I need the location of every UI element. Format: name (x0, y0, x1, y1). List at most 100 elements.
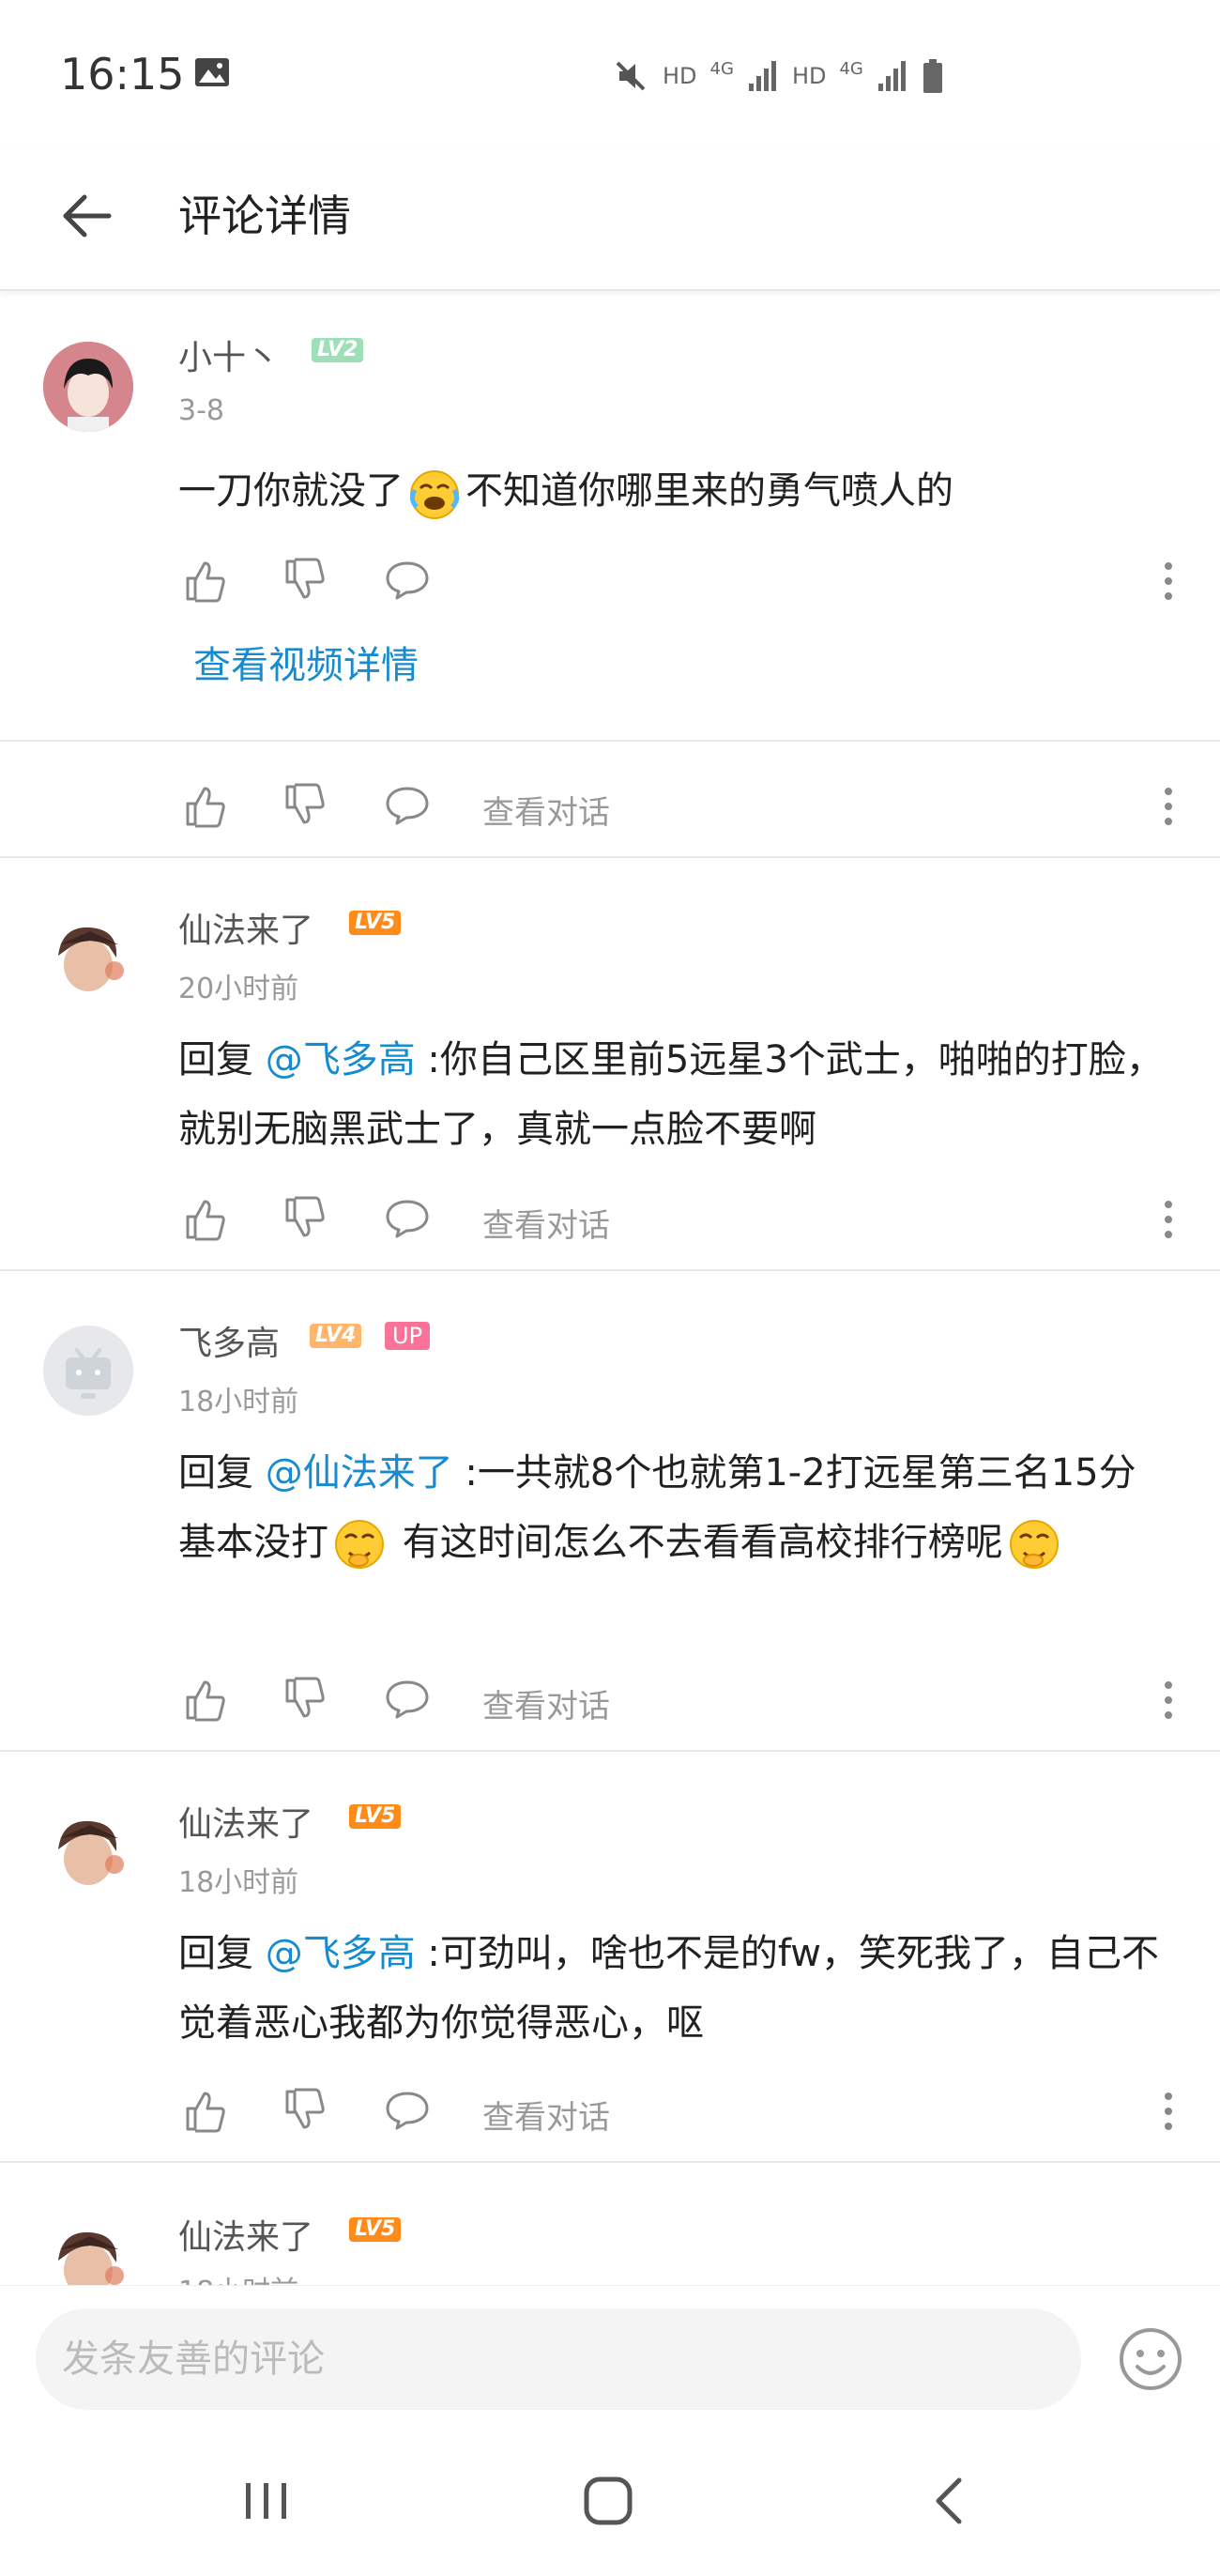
comment-text[interactable]: 一刀你就没了 不知道你哪里来的勇气喷人的 (178, 456, 1173, 526)
dislike-button[interactable] (278, 554, 330, 606)
comment-input[interactable] (36, 2308, 1081, 2410)
home-icon (584, 2476, 633, 2525)
network-4g-2: 4G (839, 58, 863, 79)
comment-text[interactable]: 回复 @仙法来了 :一共就8个也就第1-2打远星第三名15分基本没打 有这时间怎… (178, 1438, 1173, 1577)
speech-bubble-icon (386, 787, 429, 825)
view-dialog-link[interactable]: 查看对话 (482, 1200, 610, 1246)
avatar[interactable] (43, 1326, 133, 1416)
signal-icon (748, 61, 776, 91)
status-bar: 16:15 HD 4G HD 4G (0, 0, 1220, 150)
smiley-icon[interactable] (1117, 2325, 1184, 2393)
up-badge: UP (385, 1322, 431, 1350)
username[interactable]: 仙法来了 (178, 2210, 313, 2259)
network-4g-1: 4G (709, 58, 734, 79)
reply-button[interactable] (381, 2084, 434, 2137)
comment-body-2: 有这时间怎么不去看看高校排行榜呢 (390, 1521, 1003, 1564)
thumbs-up-icon (186, 2092, 225, 2133)
avatar[interactable] (43, 1806, 133, 1896)
root-actions-bar: 查看对话 (178, 779, 1192, 836)
dislike-button[interactable] (278, 1192, 330, 1245)
comment-time: 18小时前 (178, 1386, 299, 1418)
avatar[interactable] (43, 342, 133, 432)
comment-text[interactable]: 回复 @飞多高 :可劲叫，啥也不是的fw，笑死我了，自己不觉着恶心我都为你觉得恶… (178, 1919, 1173, 2058)
more-options-button[interactable] (1145, 783, 1192, 830)
mention-link[interactable]: @飞多高 (266, 1038, 416, 1081)
comment-time: 3-8 (178, 394, 224, 427)
back-nav-button[interactable] (901, 2463, 995, 2538)
more-vertical-icon (1165, 788, 1172, 825)
comment-text-part1: 一刀你就没了 (178, 469, 404, 513)
home-button[interactable] (561, 2463, 655, 2538)
reply-prefix: 回复 (178, 1932, 266, 1975)
speech-bubble-icon (386, 2092, 429, 2130)
reply-prefix: 回复 (178, 1038, 266, 1081)
divider (0, 1750, 1220, 1752)
like-button[interactable] (178, 554, 231, 606)
thumbs-up-icon (186, 787, 225, 828)
more-options-button[interactable] (1145, 2088, 1192, 2135)
reply-button[interactable] (381, 1192, 434, 1245)
arrow-left-icon (63, 194, 112, 238)
back-icon (936, 2477, 962, 2524)
comment-text[interactable]: 回复 @飞多高 :你自己区里前5远星3个武士，啪啪的打脸，就别无脑黑武士了，真就… (178, 1025, 1173, 1164)
comment-actions: 查看对话 (178, 1673, 1192, 1729)
level-badge: LV5 (349, 1804, 402, 1829)
speech-bubble-icon (386, 1200, 429, 1238)
thumbs-down-icon (285, 558, 325, 599)
more-options-button[interactable] (1145, 558, 1192, 605)
comment-feed[interactable]: 小十丶 LV2 3-8 一刀你就没了 不知道你哪里来的勇气喷人的 查看视频详情 … (0, 291, 1220, 2285)
more-vertical-icon (1165, 2093, 1172, 2130)
view-video-detail-link[interactable]: 查看视频详情 (193, 635, 419, 689)
like-button[interactable] (178, 2084, 231, 2137)
default-avatar-icon (43, 1326, 133, 1416)
back-button[interactable] (49, 178, 124, 253)
status-time: 16:15 (60, 49, 185, 100)
comment-input-bar (0, 2285, 1220, 2427)
comment-time: 20小时前 (178, 973, 299, 1005)
thumbs-down-icon (285, 1677, 325, 1718)
recent-apps-button[interactable] (220, 2463, 313, 2538)
username[interactable]: 飞多高 (178, 1316, 280, 1365)
username[interactable]: 小十丶 (178, 330, 280, 379)
reply-button[interactable] (381, 779, 434, 832)
view-dialog-link[interactable]: 查看对话 (482, 1680, 610, 1726)
like-button[interactable] (178, 1192, 231, 1245)
giggle-emoji (335, 1520, 384, 1569)
speech-bubble-icon (386, 1680, 429, 1719)
more-options-button[interactable] (1145, 1196, 1192, 1243)
comment-time: 18小时前 (178, 1866, 299, 1899)
signal-icon (877, 61, 906, 91)
view-dialog-link[interactable]: 查看对话 (482, 787, 610, 833)
mention-link[interactable]: @仙法来了 (266, 1451, 453, 1495)
dislike-button[interactable] (278, 1673, 330, 1725)
dislike-button[interactable] (278, 779, 330, 832)
avatar-image (43, 342, 133, 432)
divider (0, 1269, 1220, 1271)
gallery-icon (195, 58, 229, 86)
more-vertical-icon (1165, 562, 1172, 600)
like-button[interactable] (178, 1673, 231, 1725)
username[interactable]: 仙法来了 (178, 1797, 313, 1846)
more-vertical-icon (1165, 1681, 1172, 1719)
dislike-button[interactable] (278, 2084, 330, 2137)
battery-icon (923, 59, 942, 93)
avatar[interactable] (43, 912, 133, 1003)
level-badge: LV2 (312, 338, 364, 362)
mention-link[interactable]: @飞多高 (266, 1932, 416, 1975)
page-title: 评论详情 (178, 191, 351, 241)
reply-button[interactable] (381, 554, 434, 606)
divider (0, 740, 1220, 742)
reply-prefix: 回复 (178, 1451, 266, 1495)
system-nav-bar (0, 2426, 1220, 2576)
reply-button[interactable] (381, 1673, 434, 1725)
divider (0, 2161, 1220, 2163)
avatar[interactable] (43, 2217, 133, 2285)
comment-text-part2: 不知道你哪里来的勇气喷人的 (465, 469, 953, 513)
view-dialog-link[interactable]: 查看对话 (482, 2092, 610, 2138)
more-options-button[interactable] (1145, 1677, 1192, 1724)
like-button[interactable] (178, 779, 231, 832)
avatar-image (43, 2217, 133, 2285)
username[interactable]: 仙法来了 (178, 903, 313, 952)
thumbs-up-icon (186, 1200, 225, 1241)
level-badge: LV5 (349, 2217, 402, 2242)
